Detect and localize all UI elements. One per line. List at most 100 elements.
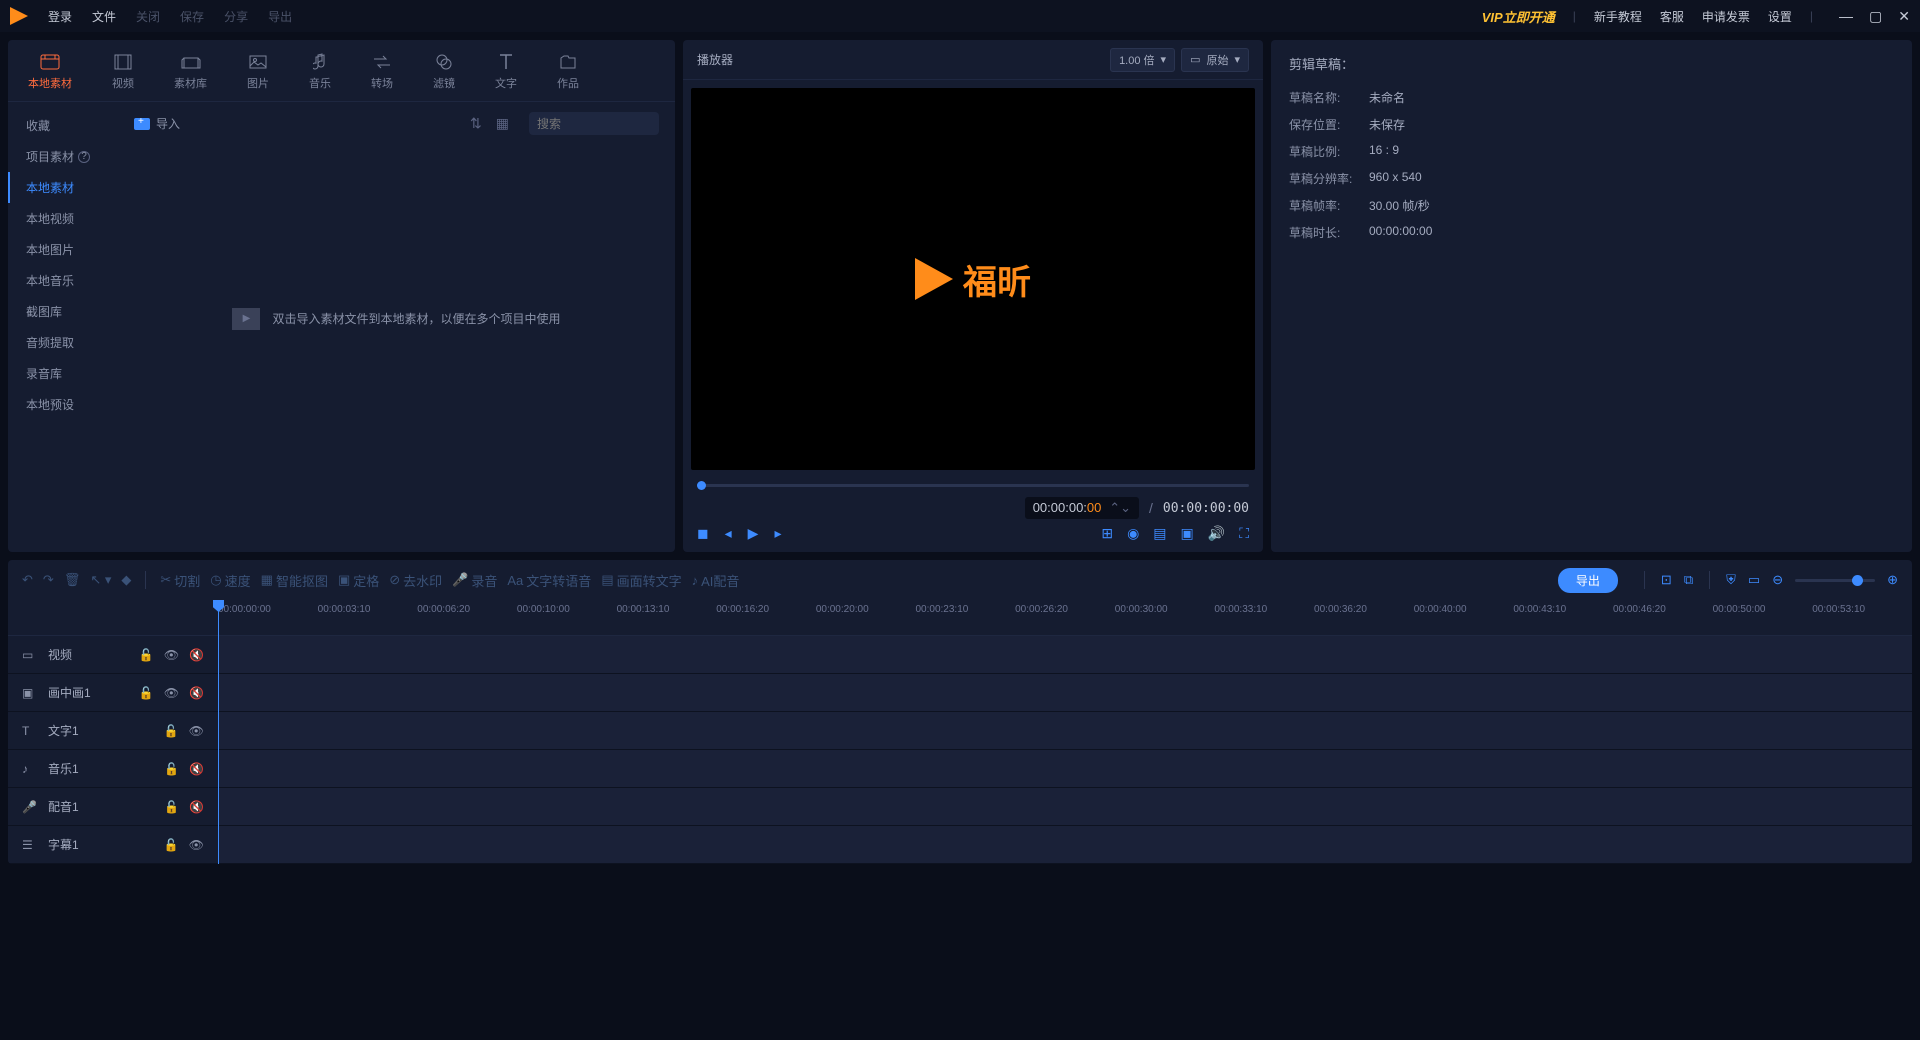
pointer-button[interactable]: ↖ ▾ bbox=[90, 572, 111, 588]
lock-icon[interactable]: 🔓 bbox=[164, 838, 179, 852]
speed-button[interactable]: ◷ 速度 bbox=[210, 571, 250, 590]
delete-button[interactable]: 🗑 bbox=[64, 572, 81, 588]
info-label: 保存位置: bbox=[1289, 116, 1369, 133]
track-lane[interactable] bbox=[218, 788, 1912, 825]
sidebar-item-localvideo[interactable]: 本地视频 bbox=[8, 203, 118, 234]
player-progress[interactable] bbox=[697, 484, 1249, 487]
track-lane[interactable] bbox=[218, 674, 1912, 711]
zoom-slider[interactable] bbox=[1795, 579, 1875, 582]
sidebar-item-localmusic[interactable]: 本地音乐 bbox=[8, 265, 118, 296]
track-lane[interactable] bbox=[218, 750, 1912, 787]
zoom-select[interactable]: 1.00 倍▾ bbox=[1110, 48, 1175, 72]
media-panel: 本地素材 视频 素材库 图片 音乐 转场 滤镜 文字 作品 收藏 项目素材? 本… bbox=[8, 40, 675, 552]
service-link[interactable]: 客服 bbox=[1660, 8, 1684, 25]
menu-close[interactable]: 关闭 bbox=[136, 8, 160, 25]
track-label: 视频 bbox=[48, 646, 129, 663]
lock-icon[interactable]: 🔓 bbox=[164, 762, 179, 776]
help-icon[interactable]: ? bbox=[78, 151, 90, 163]
sidebar-item-local[interactable]: 本地素材 bbox=[8, 172, 118, 203]
timeline-ruler[interactable]: 00:00:00:00 00:00:03:10 00:00:06:20 00:0… bbox=[8, 600, 1912, 636]
mute-icon[interactable]: 🔇 bbox=[189, 648, 204, 662]
menu-file[interactable]: 文件 bbox=[92, 8, 116, 25]
tts-button[interactable]: Aa 文字转语音 bbox=[507, 571, 591, 590]
eye-icon[interactable]: 👁 bbox=[189, 724, 204, 738]
lock-icon[interactable]: 🔓 bbox=[164, 800, 179, 814]
safe-area-icon[interactable]: ▣ bbox=[1181, 525, 1194, 542]
ai-cutout-button[interactable]: ▦ 智能抠图 bbox=[261, 571, 328, 590]
sidebar-item-favorite[interactable]: 收藏 bbox=[8, 110, 118, 141]
settings-link[interactable]: 设置 bbox=[1768, 8, 1792, 25]
info-value: 未保存 bbox=[1369, 116, 1405, 133]
watermark-button[interactable]: ⊘ 去水印 bbox=[389, 571, 442, 590]
caption-icon[interactable]: ▤ bbox=[1153, 525, 1166, 542]
music-track-icon: ♪ bbox=[22, 762, 38, 776]
lock-icon[interactable]: 🔓 bbox=[139, 686, 154, 700]
prev-frame-button[interactable]: ◂ bbox=[725, 525, 732, 542]
ruler-mark: 00:00:53:10 bbox=[1812, 600, 1912, 635]
track-label: 配音1 bbox=[48, 798, 154, 815]
player-panel: 播放器 1.00 倍▾ ▭原始▾ 福昕 00:00:00:00 ⌃⌄ / 00:… bbox=[683, 40, 1263, 552]
sidebar-item-preset[interactable]: 本地预设 bbox=[8, 389, 118, 420]
sidebar-item-audioextract[interactable]: 音频提取 bbox=[8, 327, 118, 358]
magnet-icon[interactable]: ⊡ bbox=[1661, 572, 1672, 588]
redo-button[interactable]: ↷ bbox=[43, 572, 54, 588]
menu-share[interactable]: 分享 bbox=[224, 8, 248, 25]
video-track-icon: ▭ bbox=[22, 648, 38, 662]
track-lane[interactable] bbox=[218, 636, 1912, 673]
invoice-link[interactable]: 申请发票 bbox=[1702, 8, 1750, 25]
playhead[interactable] bbox=[218, 600, 219, 864]
crop-icon[interactable]: ⊞ bbox=[1101, 525, 1113, 542]
sidebar-item-recording[interactable]: 录音库 bbox=[8, 358, 118, 389]
snapshot-icon[interactable]: ◉ bbox=[1127, 525, 1139, 542]
minimize-icon[interactable]: — bbox=[1839, 8, 1853, 25]
tutorial-link[interactable]: 新手教程 bbox=[1594, 8, 1642, 25]
zoom-in-icon[interactable]: ⊕ bbox=[1887, 572, 1898, 588]
volume-icon[interactable]: 🔊 bbox=[1208, 525, 1225, 542]
mute-icon[interactable]: 🔇 bbox=[189, 762, 204, 776]
info-title: 剪辑草稿： bbox=[1289, 54, 1894, 73]
record-button[interactable]: 🎤 录音 bbox=[452, 571, 497, 590]
ruler-mark: 00:00:06:20 bbox=[417, 600, 517, 635]
cut-button[interactable]: ✂ 切割 bbox=[160, 571, 200, 590]
zoom-out-icon[interactable]: ⊖ bbox=[1772, 572, 1783, 588]
info-value: 30.00 帧/秒 bbox=[1369, 197, 1430, 214]
vip-link[interactable]: VIP立即开通 bbox=[1482, 7, 1555, 26]
sidebar-item-project[interactable]: 项目素材? bbox=[8, 141, 118, 172]
sidebar-item-localimage[interactable]: 本地图片 bbox=[8, 234, 118, 265]
close-icon[interactable]: ✕ bbox=[1898, 8, 1910, 25]
mute-icon[interactable]: 🔇 bbox=[189, 686, 204, 700]
keyframe-button[interactable]: ◆ bbox=[121, 572, 131, 588]
mute-icon[interactable]: 🔇 bbox=[189, 800, 204, 814]
menu-save[interactable]: 保存 bbox=[180, 8, 204, 25]
ai-voice-button[interactable]: ♪ AI配音 bbox=[692, 571, 740, 590]
lock-icon[interactable]: 🔓 bbox=[164, 724, 179, 738]
ruler-mark: 00:00:30:00 bbox=[1115, 600, 1215, 635]
stt-button[interactable]: ▤ 画面转文字 bbox=[601, 571, 681, 590]
current-time[interactable]: 00:00:00:00 ⌃⌄ bbox=[1025, 497, 1139, 519]
play-button[interactable]: ▶ bbox=[748, 525, 759, 542]
export-button[interactable]: 导出 bbox=[1558, 568, 1618, 593]
link-icon[interactable]: ⧉ bbox=[1684, 572, 1693, 588]
fullscreen-icon[interactable]: ⛶ bbox=[1239, 525, 1249, 542]
shield-icon[interactable]: ⛨ bbox=[1726, 572, 1736, 588]
tab-local-media[interactable]: 本地素材 bbox=[20, 48, 80, 101]
lock-icon[interactable]: 🔓 bbox=[139, 648, 154, 662]
sidebar-item-screenshot[interactable]: 截图库 bbox=[8, 296, 118, 327]
eye-icon[interactable]: 👁 bbox=[189, 838, 204, 852]
player-canvas[interactable]: 福昕 bbox=[691, 88, 1255, 470]
next-frame-button[interactable]: ▸ bbox=[774, 525, 781, 542]
undo-button[interactable]: ↶ bbox=[22, 572, 33, 588]
track-lane[interactable] bbox=[218, 712, 1912, 749]
freeze-button[interactable]: ▣ 定格 bbox=[338, 571, 379, 590]
menu-login[interactable]: 登录 bbox=[48, 8, 72, 25]
eye-icon[interactable]: 👁 bbox=[164, 686, 179, 700]
ruler-mark: 00:00:10:00 bbox=[517, 600, 617, 635]
menu-export[interactable]: 导出 bbox=[268, 8, 292, 25]
marker-icon[interactable]: ▭ bbox=[1748, 572, 1760, 588]
stop-button[interactable]: ◼ bbox=[697, 525, 709, 542]
track-lane[interactable] bbox=[218, 826, 1912, 863]
maximize-icon[interactable]: ▢ bbox=[1869, 8, 1882, 25]
view-mode-select[interactable]: ▭原始▾ bbox=[1181, 48, 1249, 72]
empty-state[interactable]: 双击导入素材文件到本地素材，以便在多个项目中使用 bbox=[118, 85, 675, 552]
eye-icon[interactable]: 👁 bbox=[164, 648, 179, 662]
